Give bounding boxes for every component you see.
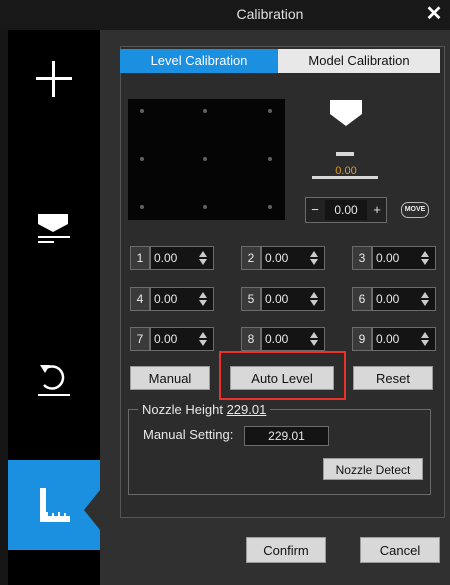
move-button[interactable]: MOVE xyxy=(401,202,429,218)
point-number: 5 xyxy=(241,287,261,311)
point-number: 1 xyxy=(130,246,150,270)
point-value-box[interactable]: 0.00 xyxy=(261,287,325,311)
point-value-box[interactable]: 0.00 xyxy=(150,246,214,270)
bed-line xyxy=(312,176,378,179)
spinner-icon[interactable] xyxy=(421,251,429,265)
ruler-icon xyxy=(40,488,70,522)
spinner-icon[interactable] xyxy=(199,251,207,265)
window-title: Calibration xyxy=(236,6,304,22)
point-value-box[interactable]: 0.00 xyxy=(372,287,436,311)
close-icon[interactable]: ✕ xyxy=(422,2,446,26)
point-value: 0.00 xyxy=(154,292,178,306)
grid-point xyxy=(268,109,272,113)
point-value-box[interactable]: 0.00 xyxy=(150,327,214,351)
point-input-1: 1 0.00 xyxy=(130,246,214,270)
active-notch xyxy=(84,490,100,530)
point-input-2: 2 0.00 xyxy=(241,246,325,270)
level-icon xyxy=(38,214,70,243)
cancel-button[interactable]: Cancel xyxy=(360,537,440,563)
point-input-7: 7 0.00 xyxy=(130,327,214,351)
spinner-icon[interactable] xyxy=(421,332,429,346)
point-number: 6 xyxy=(352,287,372,311)
step-minus-button[interactable]: − xyxy=(306,198,324,222)
sidebar-item-level[interactable] xyxy=(8,180,100,270)
spinner-icon[interactable] xyxy=(310,332,318,346)
nozzle-height-label: Nozzle Height 229.01 xyxy=(138,402,271,417)
rotate-icon xyxy=(38,365,70,396)
point-value: 0.00 xyxy=(154,251,178,265)
level-point-grid xyxy=(128,99,285,220)
nozzle-height-value: 229.01 xyxy=(226,402,267,417)
point-value-box[interactable]: 0.00 xyxy=(372,327,436,351)
step-value-field[interactable]: 0.00 xyxy=(325,200,367,220)
point-number: 2 xyxy=(241,246,261,270)
point-input-5: 5 0.00 xyxy=(241,287,325,311)
point-input-6: 6 0.00 xyxy=(352,287,436,311)
grid-point xyxy=(140,205,144,209)
tab-level-calibration[interactable]: Level Calibration xyxy=(120,49,278,73)
point-value: 0.00 xyxy=(376,292,400,306)
spinner-icon[interactable] xyxy=(310,292,318,306)
point-number: 9 xyxy=(352,327,372,351)
point-number: 3 xyxy=(352,246,372,270)
grid-point xyxy=(203,205,207,209)
point-value: 0.00 xyxy=(265,292,289,306)
spinner-icon[interactable] xyxy=(310,251,318,265)
spinner-icon[interactable] xyxy=(199,292,207,306)
highlight-box xyxy=(219,351,346,400)
point-number: 8 xyxy=(241,327,261,351)
point-value: 0.00 xyxy=(265,332,289,346)
sidebar xyxy=(8,30,100,585)
manual-setting-label: Manual Setting: xyxy=(143,427,234,442)
point-value-box[interactable]: 0.00 xyxy=(261,327,325,351)
reset-button[interactable]: Reset xyxy=(353,366,433,390)
point-number: 7 xyxy=(130,327,150,351)
grid-point xyxy=(268,157,272,161)
point-input-8: 8 0.00 xyxy=(241,327,325,351)
grid-point xyxy=(140,157,144,161)
point-value: 0.00 xyxy=(154,332,178,346)
grid-point xyxy=(140,109,144,113)
sidebar-item-add[interactable] xyxy=(8,35,100,125)
z-offset-stepper: − 0.00 + xyxy=(305,197,387,223)
nozzle-detect-button[interactable]: Nozzle Detect xyxy=(323,458,423,480)
point-value-box[interactable]: 0.00 xyxy=(150,287,214,311)
point-value-box[interactable]: 0.00 xyxy=(372,246,436,270)
spinner-icon[interactable] xyxy=(199,332,207,346)
manual-setting-input[interactable]: 229.01 xyxy=(244,426,329,446)
calibration-window: Calibration ✕ Level Calibration Model Ca… xyxy=(0,0,450,585)
step-plus-button[interactable]: + xyxy=(368,198,386,222)
point-value: 0.00 xyxy=(265,251,289,265)
plus-icon xyxy=(36,61,72,97)
point-input-4: 4 0.00 xyxy=(130,287,214,311)
title-bar: Calibration ✕ xyxy=(0,0,450,30)
grid-point xyxy=(268,205,272,209)
point-number: 4 xyxy=(130,287,150,311)
nozzle-tip-marker xyxy=(336,152,354,156)
point-input-3: 3 0.00 xyxy=(352,246,436,270)
grid-point xyxy=(203,109,207,113)
sidebar-item-reset[interactable] xyxy=(8,335,100,425)
point-value-box[interactable]: 0.00 xyxy=(261,246,325,270)
manual-button[interactable]: Manual xyxy=(130,366,210,390)
nozzle-icon xyxy=(330,100,362,126)
point-input-9: 9 0.00 xyxy=(352,327,436,351)
nozzle-height-group xyxy=(128,409,431,495)
tab-model-calibration[interactable]: Model Calibration xyxy=(278,49,440,73)
grid-point xyxy=(203,157,207,161)
point-value: 0.00 xyxy=(376,332,400,346)
nozzle-height-title: Nozzle Height xyxy=(142,402,223,417)
confirm-button[interactable]: Confirm xyxy=(246,537,326,563)
point-value: 0.00 xyxy=(376,251,400,265)
spinner-icon[interactable] xyxy=(421,292,429,306)
